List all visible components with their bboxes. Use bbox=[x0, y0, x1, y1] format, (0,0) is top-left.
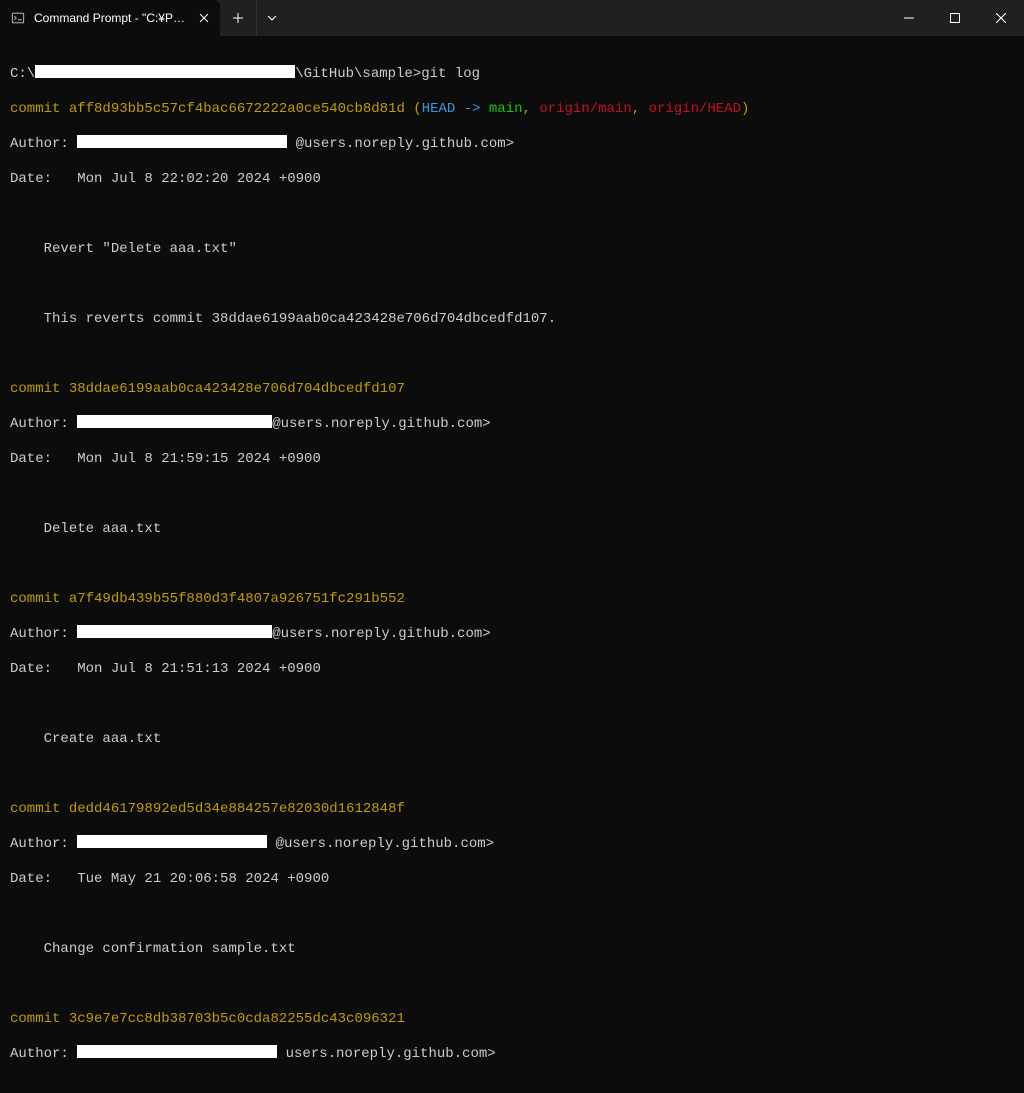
commit-line: commit aff8d93bb5c57cf4bac6672222a0ce540… bbox=[10, 101, 1014, 119]
refs-sep: , bbox=[632, 101, 649, 117]
commit-label: commit bbox=[10, 1011, 69, 1027]
prompt-suffix: \GitHub\sample> bbox=[295, 66, 421, 82]
author-line: Author: @users.noreply.github.com> bbox=[10, 626, 1014, 644]
blank-line bbox=[10, 346, 1014, 364]
date-label: Date: bbox=[10, 451, 77, 467]
commit-label: commit bbox=[10, 591, 69, 607]
commit-line: commit 3c9e7e7cc8db38703b5c0cda82255dc43… bbox=[10, 1011, 1014, 1029]
commit-message: This reverts commit 38ddae6199aab0ca4234… bbox=[10, 311, 1014, 329]
commit-label: commit bbox=[10, 101, 69, 117]
redacted-author bbox=[77, 1045, 277, 1058]
commit-hash: a7f49db439b55f880d3f4807a926751fc291b552 bbox=[69, 591, 405, 607]
date-value: Mon Jul 8 21:51:13 2024 +0900 bbox=[77, 661, 321, 677]
window-controls bbox=[886, 0, 1024, 36]
redacted-author bbox=[77, 835, 267, 848]
remote-ref: origin/HEAD bbox=[649, 101, 741, 117]
author-label: Author: bbox=[10, 416, 77, 432]
terminal-output[interactable]: C:\ \GitHub\sample>git log commit aff8d93… bbox=[0, 36, 1024, 1093]
author-suffix: @users.noreply.github.com> bbox=[276, 836, 494, 852]
prompt-drive: C:\ bbox=[10, 66, 35, 82]
author-suffix: @users.noreply.github.com> bbox=[272, 416, 490, 432]
blank-line bbox=[10, 766, 1014, 784]
tab-title: Command Prompt - "C:¥Progr bbox=[34, 11, 188, 25]
redacted-author bbox=[77, 415, 272, 428]
branch-main: main bbox=[489, 101, 523, 117]
redacted-path bbox=[35, 65, 295, 78]
commit-message: Change confirmation sample.txt bbox=[10, 941, 1014, 959]
commit-label: commit bbox=[10, 381, 69, 397]
author-line: Author: @users.noreply.github.com> bbox=[10, 836, 1014, 854]
author-line: Author: @users.noreply.github.com> bbox=[10, 136, 1014, 154]
refs-open: ( bbox=[405, 101, 422, 117]
author-label: Author: bbox=[10, 136, 77, 152]
titlebar-drag-area[interactable] bbox=[286, 0, 886, 36]
date-value: Mon Jul 8 21:59:15 2024 +0900 bbox=[77, 451, 321, 467]
redacted-author bbox=[77, 625, 272, 638]
date-label: Date: bbox=[10, 661, 77, 677]
commit-line: commit a7f49db439b55f880d3f4807a926751fc… bbox=[10, 591, 1014, 609]
date-line: Date: Mon Jul 8 21:59:15 2024 +0900 bbox=[10, 451, 1014, 469]
author-label: Author: bbox=[10, 1046, 77, 1062]
blank-line bbox=[10, 556, 1014, 574]
blank-line bbox=[10, 976, 1014, 994]
author-suffix: @users.noreply.github.com> bbox=[296, 136, 514, 152]
close-button[interactable] bbox=[978, 0, 1024, 36]
refs-sep: , bbox=[523, 101, 540, 117]
commit-hash: aff8d93bb5c57cf4bac6672222a0ce540cb8d81d bbox=[69, 101, 405, 117]
author-suffix: users.noreply.github.com> bbox=[286, 1046, 496, 1062]
maximize-button[interactable] bbox=[932, 0, 978, 36]
commit-message: Create aaa.txt bbox=[10, 731, 1014, 749]
blank-line bbox=[10, 486, 1014, 504]
author-label: Author: bbox=[10, 626, 77, 642]
commit-hash: dedd46179892ed5d34e884257e82030d1612848f bbox=[69, 801, 405, 817]
author-suffix: @users.noreply.github.com> bbox=[272, 626, 490, 642]
blank-line bbox=[10, 696, 1014, 714]
minimize-button[interactable] bbox=[886, 0, 932, 36]
author-label: Author: bbox=[10, 836, 77, 852]
date-value: Tue May 21 20:06:58 2024 +0900 bbox=[77, 871, 329, 887]
commit-line: commit 38ddae6199aab0ca423428e706d704dbc… bbox=[10, 381, 1014, 399]
redacted-author bbox=[77, 135, 287, 148]
head-ref: HEAD -> bbox=[422, 101, 489, 117]
commit-hash: 3c9e7e7cc8db38703b5c0cda82255dc43c096321 bbox=[69, 1011, 405, 1027]
author-line: Author: users.noreply.github.com> bbox=[10, 1046, 1014, 1064]
blank-line bbox=[10, 206, 1014, 224]
prompt-command: git log bbox=[421, 66, 480, 82]
terminal-icon bbox=[10, 10, 26, 26]
tab-dropdown-button[interactable] bbox=[256, 0, 286, 36]
blank-line bbox=[10, 906, 1014, 924]
date-line: Date: Mon Jul 8 21:51:13 2024 +0900 bbox=[10, 661, 1014, 679]
titlebar: Command Prompt - "C:¥Progr bbox=[0, 0, 1024, 36]
tab-close-button[interactable] bbox=[196, 10, 212, 26]
commit-line: commit dedd46179892ed5d34e884257e82030d1… bbox=[10, 801, 1014, 819]
tab-active[interactable]: Command Prompt - "C:¥Progr bbox=[0, 0, 220, 36]
date-label: Date: bbox=[10, 171, 77, 187]
date-line: Date: Mon Jul 8 22:02:20 2024 +0900 bbox=[10, 171, 1014, 189]
date-line: Date: Tue May 21 20:06:58 2024 +0900 bbox=[10, 871, 1014, 889]
refs-close: ) bbox=[741, 101, 749, 117]
remote-ref: origin/main bbox=[539, 101, 631, 117]
commit-message: Delete aaa.txt bbox=[10, 521, 1014, 539]
date-label: Date: bbox=[10, 871, 77, 887]
blank-line bbox=[10, 276, 1014, 294]
author-line: Author: @users.noreply.github.com> bbox=[10, 416, 1014, 434]
prompt-line: C:\ \GitHub\sample>git log bbox=[10, 66, 1014, 84]
date-value: Mon Jul 8 22:02:20 2024 +0900 bbox=[77, 171, 321, 187]
commit-label: commit bbox=[10, 801, 69, 817]
commit-hash: 38ddae6199aab0ca423428e706d704dbcedfd107 bbox=[69, 381, 405, 397]
commit-message: Revert "Delete aaa.txt" bbox=[10, 241, 1014, 259]
new-tab-button[interactable] bbox=[220, 0, 256, 36]
